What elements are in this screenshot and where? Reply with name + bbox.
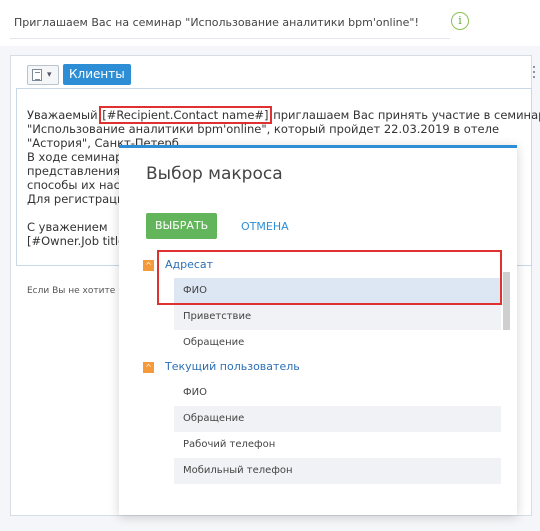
clients-button[interactable]: Клиенты	[63, 64, 131, 85]
group-label: Текущий пользователь	[165, 360, 300, 373]
subject-field[interactable]: Приглашаем Вас на семинар "Использование…	[14, 16, 419, 29]
tree-item-user-work-phone[interactable]: Рабочий телефон	[174, 432, 501, 458]
body-line: Уважаемый [#Recipient.Contact name#] при…	[27, 106, 540, 124]
collapse-icon[interactable]: ^	[143, 260, 154, 271]
tree-item-user-salutation[interactable]: Обращение	[174, 406, 501, 432]
tree-item-recipient-greeting[interactable]: Приветствие	[174, 304, 501, 330]
collapse-icon[interactable]: ^	[143, 362, 154, 373]
more-options-icon[interactable]	[533, 66, 536, 80]
tree-item-user-name[interactable]: ФИО	[174, 380, 501, 406]
template-icon	[32, 69, 42, 81]
unsubscribe-text: Если Вы не хотите	[27, 286, 116, 296]
tree-group-current-user[interactable]: ^ Текущий пользователь	[137, 356, 509, 380]
dialog-title: Выбор макроса	[146, 164, 283, 184]
recipient-macro-tag[interactable]: [#Recipient.Contact name#]	[99, 106, 272, 124]
cancel-button[interactable]: ОТМЕНА	[241, 220, 289, 233]
subject-bar: Приглашаем Вас на семинар "Использование…	[0, 0, 540, 46]
tree-item-recipient-salutation[interactable]: Обращение	[174, 330, 501, 356]
tree-item-user-mobile-phone[interactable]: Мобильный телефон	[174, 458, 501, 484]
body-line: "Использование аналитики bpm'online", ко…	[27, 122, 500, 136]
macro-selection-dialog: Выбор макроса ВЫБРАТЬ ОТМЕНА ^ Адресат Ф…	[119, 145, 517, 515]
tree-scrollbar[interactable]	[503, 272, 510, 330]
recipient-group-highlight	[157, 250, 502, 305]
info-icon[interactable]: i	[451, 12, 469, 30]
select-button[interactable]: ВЫБРАТЬ	[146, 213, 218, 239]
subject-underline	[10, 38, 450, 39]
template-dropdown-button[interactable]: ▾	[27, 65, 59, 85]
chevron-down-icon: ▾	[47, 70, 52, 80]
